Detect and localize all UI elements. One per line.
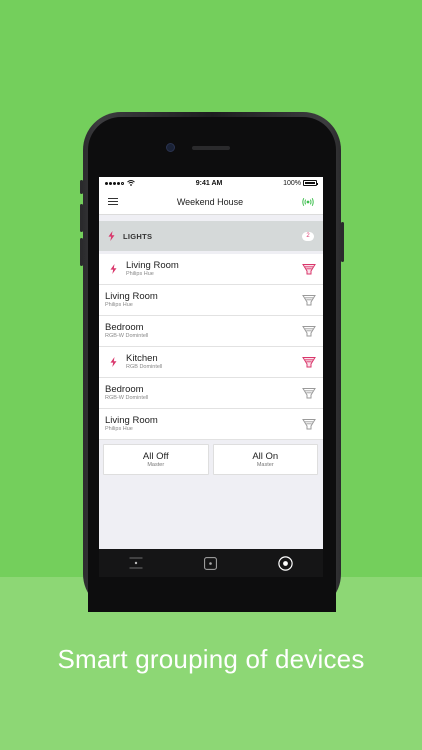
device-type: RGB Domintell xyxy=(126,364,163,370)
tab-target[interactable] xyxy=(272,553,300,573)
device-row[interactable]: Kitchen RGB Domintell xyxy=(99,347,323,378)
all-on-label: All On xyxy=(252,450,279,462)
bulb-icon[interactable] xyxy=(302,324,316,338)
page-title: Weekend House xyxy=(176,196,244,207)
device-row[interactable]: Living Room Philips Hue xyxy=(99,285,323,316)
battery-percent: 100% xyxy=(283,179,301,187)
promo-caption: Smart grouping of devices xyxy=(57,644,365,674)
bulb-icon[interactable] xyxy=(302,355,316,369)
count-badge: 2 xyxy=(302,231,314,241)
status-time: 9:41 AM xyxy=(195,179,223,187)
device-name: Bedroom xyxy=(105,322,144,333)
bolt-icon xyxy=(110,264,116,274)
battery-icon xyxy=(303,180,318,186)
bulb-icon[interactable] xyxy=(302,262,316,276)
device-type: Philips Hue xyxy=(126,271,154,277)
list-icon xyxy=(129,557,143,569)
device-name: Bedroom xyxy=(105,384,144,395)
all-off-label: All Off xyxy=(142,450,169,462)
device-type: Philips Hue xyxy=(105,302,133,308)
signal-strength-icon xyxy=(105,181,124,185)
section-title: LIGHTS xyxy=(123,231,153,241)
connection-icon[interactable] xyxy=(302,197,314,207)
device-row[interactable]: Living Room Philips Hue xyxy=(99,254,323,285)
all-off-sublabel: Master xyxy=(147,461,165,468)
front-camera xyxy=(166,143,175,152)
navigation-bar: Weekend House xyxy=(99,189,323,215)
lights-section-header[interactable]: LIGHTS 2 xyxy=(99,221,323,251)
device-name: Kitchen xyxy=(126,353,158,364)
device-type: Philips Hue xyxy=(105,426,133,432)
device-row[interactable]: Bedroom RGB-W Domintell xyxy=(99,316,323,347)
tab-list[interactable] xyxy=(122,553,150,573)
mute-switch xyxy=(80,180,83,194)
device-name: Living Room xyxy=(126,260,179,271)
device-list: Living Room Philips Hue Living Room Phil… xyxy=(99,254,323,440)
wifi-icon xyxy=(127,180,135,186)
all-on-button[interactable]: All On Master xyxy=(212,444,318,475)
status-bar: 9:41 AM 100% xyxy=(99,177,323,189)
device-type: RGB-W Domintell xyxy=(105,395,149,401)
app-screen: 9:41 AM 100% Weekend House LIGHTS 2 Livi… xyxy=(99,177,323,549)
all-on-sublabel: Master xyxy=(256,461,274,468)
device-row[interactable]: Bedroom RGB-W Domintell xyxy=(99,378,323,409)
volume-up-button xyxy=(80,204,83,232)
device-name: Living Room xyxy=(105,291,158,302)
target-icon xyxy=(278,555,293,571)
tab-home[interactable] xyxy=(197,553,225,573)
bulb-icon[interactable] xyxy=(302,293,316,307)
volume-down-button xyxy=(80,238,83,266)
bolt-icon xyxy=(110,357,116,367)
home-icon xyxy=(204,556,218,570)
master-controls: All Off Master All On Master xyxy=(99,440,323,475)
earpiece-speaker xyxy=(192,146,230,150)
device-row[interactable]: Living Room Philips Hue xyxy=(99,409,323,440)
power-button xyxy=(341,222,344,262)
bulb-icon[interactable] xyxy=(302,386,316,400)
bottom-tab-bar xyxy=(99,549,323,577)
device-name: Living Room xyxy=(105,415,158,426)
bolt-icon xyxy=(108,231,115,241)
bulb-icon[interactable] xyxy=(302,417,316,431)
all-off-button[interactable]: All Off Master xyxy=(103,444,209,475)
device-type: RGB-W Domintell xyxy=(105,333,149,339)
menu-icon[interactable] xyxy=(108,197,118,206)
